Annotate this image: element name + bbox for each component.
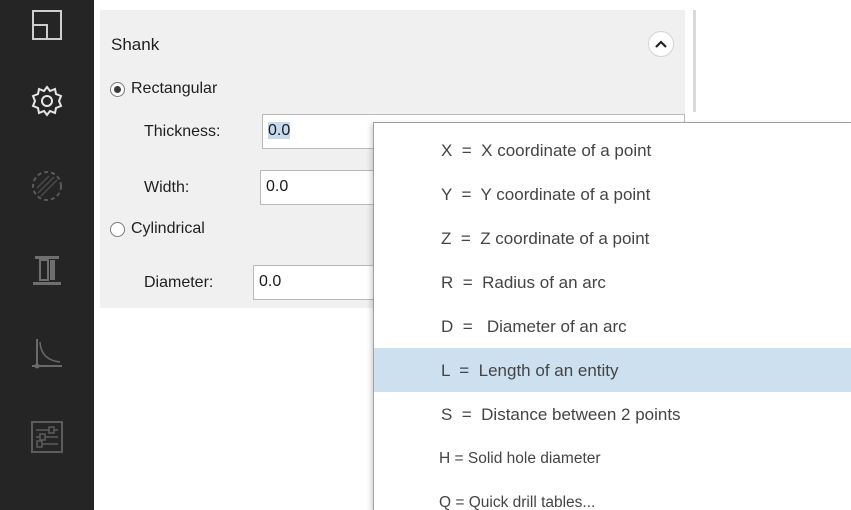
toolbar-settings-button[interactable]: [0, 71, 94, 131]
side-toolbar: [0, 0, 94, 510]
toolbar-pattern-button[interactable]: [0, 156, 94, 216]
menu-item-x[interactable]: X = X coordinate of a point: [374, 131, 851, 171]
toolbar-curve-button[interactable]: [0, 324, 94, 384]
toolbar-holder-button[interactable]: [0, 240, 94, 300]
menu-item-s[interactable]: S = Distance between 2 points: [374, 395, 851, 435]
rectangular-option[interactable]: Rectangular: [110, 80, 217, 98]
cylindrical-label: Cylindrical: [131, 220, 205, 237]
toolbar-layout-button[interactable]: [0, 0, 94, 50]
cylindrical-option[interactable]: Cylindrical: [110, 220, 205, 238]
width-value: 0.0: [266, 178, 289, 195]
menu-item-y[interactable]: Y = Y coordinate of a point: [374, 175, 851, 215]
width-label: Width:: [144, 179, 190, 196]
collapse-button[interactable]: [648, 31, 674, 57]
toolbar-sliders-button[interactable]: [0, 407, 94, 467]
menu-item-l[interactable]: L = Length of an entity: [374, 348, 851, 392]
diameter-value: 0.0: [259, 273, 282, 290]
rectangular-radio[interactable]: [110, 81, 125, 97]
sliders-panel-icon: [29, 419, 65, 455]
menu-item-q[interactable]: Q = Quick drill tables...: [374, 483, 851, 510]
circle-pattern-icon: [29, 168, 65, 204]
function-menu: X = X coordinate of a point Y = Y coordi…: [373, 122, 851, 510]
curve-axis-icon: [29, 336, 65, 372]
menu-item-r[interactable]: R = Radius of an arc: [374, 263, 851, 303]
panel-title: Shank: [111, 35, 160, 54]
layout-icon: [30, 8, 64, 42]
menu-item-z[interactable]: Z = Z coordinate of a point: [374, 219, 851, 259]
gear-icon: [29, 83, 65, 119]
cylindrical-radio[interactable]: [110, 221, 125, 237]
rectangular-label: Rectangular: [131, 80, 218, 97]
thickness-label: Thickness:: [144, 123, 221, 140]
menu-item-h[interactable]: H = Solid hole diameter: [374, 439, 851, 479]
diameter-label: Diameter:: [144, 274, 214, 291]
chevron-up-icon: [655, 35, 667, 53]
menu-item-d[interactable]: D = Diameter of an arc: [374, 307, 851, 347]
panel-scrollbar[interactable]: [693, 10, 696, 112]
thickness-value: 0.0: [268, 122, 291, 139]
tool-holder-icon: [30, 252, 64, 288]
